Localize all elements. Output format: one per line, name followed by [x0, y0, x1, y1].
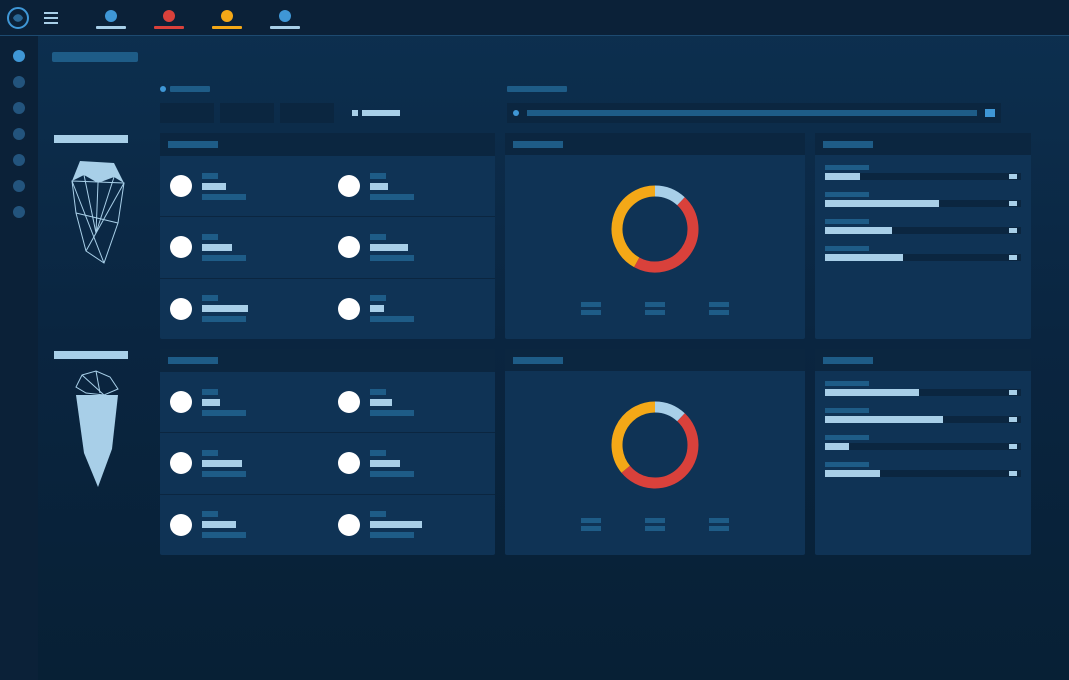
metric-icon [338, 391, 360, 413]
nav-item-5[interactable] [13, 180, 25, 192]
nav-item-4[interactable] [13, 154, 25, 166]
metric-cell[interactable] [160, 371, 328, 432]
bar-row [825, 381, 1021, 396]
top-tab-2[interactable] [212, 6, 242, 29]
nav-item-6[interactable] [13, 206, 25, 218]
filter-button-0[interactable] [160, 103, 214, 123]
bar-row [825, 219, 1021, 234]
metric-cell[interactable] [160, 432, 328, 493]
metrics-grid-card [160, 349, 495, 555]
bar-row [825, 408, 1021, 423]
metric-icon [338, 175, 360, 197]
metric-cell[interactable] [160, 216, 328, 277]
metric-icon [170, 391, 192, 413]
section-0 [48, 133, 1051, 339]
top-tab-1[interactable] [154, 6, 184, 29]
section-title [54, 351, 128, 359]
nav-item-0[interactable] [13, 50, 25, 62]
metrics-grid-card [160, 133, 495, 339]
iceberg-icon [56, 369, 140, 499]
metric-icon [170, 236, 192, 258]
metric-cell[interactable] [328, 494, 496, 555]
filter-button-2[interactable] [280, 103, 334, 123]
nav-item-1[interactable] [13, 76, 25, 88]
metric-icon [170, 175, 192, 197]
iceberg-icon [56, 153, 140, 283]
nav-item-3[interactable] [13, 128, 25, 140]
metric-cell[interactable] [328, 216, 496, 277]
donut-chart-card [505, 133, 805, 339]
side-nav [0, 36, 38, 680]
bar-row [825, 462, 1021, 477]
comparison-label [507, 86, 567, 92]
top-tab-0[interactable] [96, 6, 126, 29]
metric-icon [338, 452, 360, 474]
nav-item-2[interactable] [13, 102, 25, 114]
app-logo [0, 0, 36, 36]
donut-legend [581, 518, 729, 531]
filter-button-1[interactable] [220, 103, 274, 123]
donut-chart-card [505, 349, 805, 555]
donut-legend [581, 302, 729, 315]
bar-row [825, 165, 1021, 180]
comparison-bar[interactable] [507, 103, 1001, 123]
top-tab-3[interactable] [270, 6, 300, 29]
bars-card [815, 349, 1031, 555]
page-title [52, 52, 138, 62]
section-1 [48, 349, 1051, 555]
bars-card [815, 133, 1031, 339]
metric-cell[interactable] [328, 155, 496, 216]
top-bar [0, 0, 1069, 36]
main-content [38, 36, 1069, 680]
metric-icon [338, 514, 360, 536]
metric-cell[interactable] [328, 432, 496, 493]
metric-icon [338, 298, 360, 320]
metric-icon [170, 514, 192, 536]
metric-cell[interactable] [328, 278, 496, 339]
metric-icon [170, 298, 192, 320]
donut-chart [605, 179, 705, 284]
metric-cell[interactable] [328, 371, 496, 432]
metric-icon [170, 452, 192, 474]
filter-label [170, 86, 210, 92]
metric-cell[interactable] [160, 155, 328, 216]
bar-row [825, 192, 1021, 207]
section-title [54, 135, 128, 143]
comparison-area [507, 79, 1051, 123]
metric-icon [338, 236, 360, 258]
filter-area [160, 79, 495, 123]
metric-cell[interactable] [160, 494, 328, 555]
bar-row [825, 246, 1021, 261]
metric-cell[interactable] [160, 278, 328, 339]
donut-chart [605, 395, 705, 500]
filter-toggle[interactable] [352, 110, 400, 116]
top-tabs [96, 6, 300, 29]
menu-icon[interactable] [36, 12, 66, 24]
bar-row [825, 435, 1021, 450]
